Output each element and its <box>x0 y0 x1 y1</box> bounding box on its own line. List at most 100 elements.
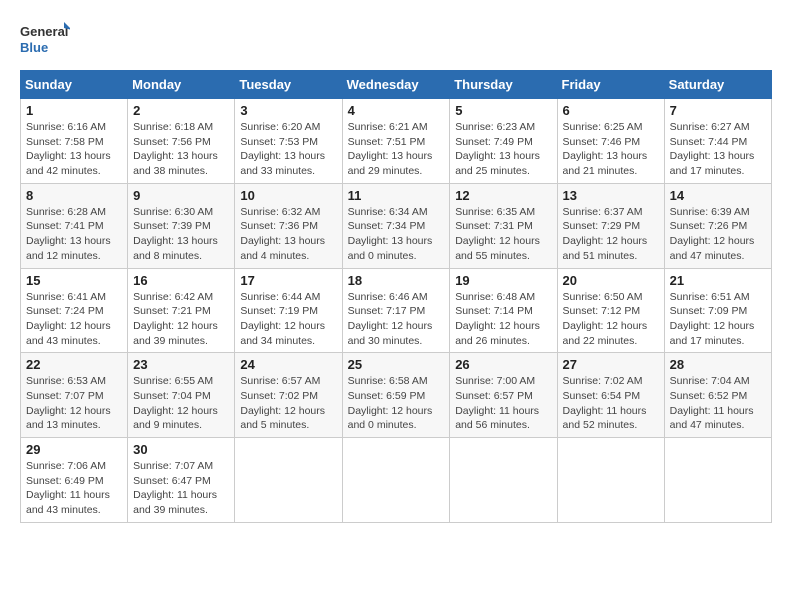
calendar-cell: 20 Sunrise: 6:50 AM Sunset: 7:12 PM Dayl… <box>557 268 664 353</box>
sunset-label: Sunset: 7:17 PM <box>348 305 426 317</box>
calendar-cell <box>342 438 450 523</box>
sunrise-label: Sunrise: 6:41 AM <box>26 291 106 303</box>
weekday-header-row: SundayMondayTuesdayWednesdayThursdayFrid… <box>21 71 772 99</box>
sunrise-label: Sunrise: 6:50 AM <box>563 291 643 303</box>
day-number: 11 <box>348 188 445 203</box>
sunrise-label: Sunrise: 6:53 AM <box>26 375 106 387</box>
calendar-cell: 12 Sunrise: 6:35 AM Sunset: 7:31 PM Dayl… <box>450 183 557 268</box>
day-number: 8 <box>26 188 122 203</box>
calendar-cell <box>664 438 771 523</box>
day-number: 30 <box>133 442 229 457</box>
day-number: 13 <box>563 188 659 203</box>
calendar-cell <box>450 438 557 523</box>
sunset-label: Sunset: 7:24 PM <box>26 305 104 317</box>
daylight-label: Daylight: 13 hours and 4 minutes. <box>240 235 325 262</box>
daylight-label: Daylight: 12 hours and 9 minutes. <box>133 405 218 432</box>
day-info: Sunrise: 6:28 AM Sunset: 7:41 PM Dayligh… <box>26 205 122 264</box>
daylight-label: Daylight: 13 hours and 0 minutes. <box>348 235 433 262</box>
sunrise-label: Sunrise: 6:27 AM <box>670 121 750 133</box>
calendar-cell: 22 Sunrise: 6:53 AM Sunset: 7:07 PM Dayl… <box>21 353 128 438</box>
day-number: 17 <box>240 273 336 288</box>
daylight-label: Daylight: 12 hours and 22 minutes. <box>563 320 648 347</box>
day-info: Sunrise: 6:18 AM Sunset: 7:56 PM Dayligh… <box>133 120 229 179</box>
daylight-label: Daylight: 13 hours and 42 minutes. <box>26 150 111 177</box>
day-info: Sunrise: 6:44 AM Sunset: 7:19 PM Dayligh… <box>240 290 336 349</box>
calendar-cell: 13 Sunrise: 6:37 AM Sunset: 7:29 PM Dayl… <box>557 183 664 268</box>
sunset-label: Sunset: 7:41 PM <box>26 220 104 232</box>
sunset-label: Sunset: 6:52 PM <box>670 390 748 402</box>
sunset-label: Sunset: 7:49 PM <box>455 136 533 148</box>
sunset-label: Sunset: 7:53 PM <box>240 136 318 148</box>
day-info: Sunrise: 6:53 AM Sunset: 7:07 PM Dayligh… <box>26 374 122 433</box>
sunset-label: Sunset: 7:58 PM <box>26 136 104 148</box>
day-number: 22 <box>26 357 122 372</box>
day-info: Sunrise: 6:55 AM Sunset: 7:04 PM Dayligh… <box>133 374 229 433</box>
daylight-label: Daylight: 12 hours and 13 minutes. <box>26 405 111 432</box>
day-info: Sunrise: 6:42 AM Sunset: 7:21 PM Dayligh… <box>133 290 229 349</box>
day-info: Sunrise: 6:16 AM Sunset: 7:58 PM Dayligh… <box>26 120 122 179</box>
logo: General Blue <box>20 20 70 60</box>
day-info: Sunrise: 6:35 AM Sunset: 7:31 PM Dayligh… <box>455 205 551 264</box>
day-info: Sunrise: 6:21 AM Sunset: 7:51 PM Dayligh… <box>348 120 445 179</box>
calendar-cell: 1 Sunrise: 6:16 AM Sunset: 7:58 PM Dayli… <box>21 99 128 184</box>
sunset-label: Sunset: 7:26 PM <box>670 220 748 232</box>
day-number: 2 <box>133 103 229 118</box>
calendar-cell: 27 Sunrise: 7:02 AM Sunset: 6:54 PM Dayl… <box>557 353 664 438</box>
sunset-label: Sunset: 7:29 PM <box>563 220 641 232</box>
daylight-label: Daylight: 12 hours and 55 minutes. <box>455 235 540 262</box>
calendar-cell: 25 Sunrise: 6:58 AM Sunset: 6:59 PM Dayl… <box>342 353 450 438</box>
calendar-cell: 30 Sunrise: 7:07 AM Sunset: 6:47 PM Dayl… <box>128 438 235 523</box>
calendar-cell: 15 Sunrise: 6:41 AM Sunset: 7:24 PM Dayl… <box>21 268 128 353</box>
day-number: 3 <box>240 103 336 118</box>
day-info: Sunrise: 6:20 AM Sunset: 7:53 PM Dayligh… <box>240 120 336 179</box>
day-number: 24 <box>240 357 336 372</box>
day-info: Sunrise: 7:06 AM Sunset: 6:49 PM Dayligh… <box>26 459 122 518</box>
sunrise-label: Sunrise: 6:44 AM <box>240 291 320 303</box>
calendar-cell: 6 Sunrise: 6:25 AM Sunset: 7:46 PM Dayli… <box>557 99 664 184</box>
sunrise-label: Sunrise: 6:21 AM <box>348 121 428 133</box>
sunrise-label: Sunrise: 6:16 AM <box>26 121 106 133</box>
daylight-label: Daylight: 13 hours and 12 minutes. <box>26 235 111 262</box>
sunrise-label: Sunrise: 6:20 AM <box>240 121 320 133</box>
svg-text:General: General <box>20 24 68 39</box>
day-number: 1 <box>26 103 122 118</box>
daylight-label: Daylight: 13 hours and 21 minutes. <box>563 150 648 177</box>
calendar-week-row: 1 Sunrise: 6:16 AM Sunset: 7:58 PM Dayli… <box>21 99 772 184</box>
day-number: 25 <box>348 357 445 372</box>
day-number: 12 <box>455 188 551 203</box>
sunset-label: Sunset: 7:19 PM <box>240 305 318 317</box>
weekday-header: Wednesday <box>342 71 450 99</box>
sunrise-label: Sunrise: 6:18 AM <box>133 121 213 133</box>
logo-svg: General Blue <box>20 20 70 60</box>
sunrise-label: Sunrise: 6:58 AM <box>348 375 428 387</box>
weekday-header: Thursday <box>450 71 557 99</box>
weekday-header: Tuesday <box>235 71 342 99</box>
sunrise-label: Sunrise: 6:48 AM <box>455 291 535 303</box>
sunset-label: Sunset: 6:54 PM <box>563 390 641 402</box>
day-number: 19 <box>455 273 551 288</box>
day-info: Sunrise: 6:39 AM Sunset: 7:26 PM Dayligh… <box>670 205 766 264</box>
sunrise-label: Sunrise: 6:51 AM <box>670 291 750 303</box>
sunset-label: Sunset: 7:44 PM <box>670 136 748 148</box>
day-info: Sunrise: 7:02 AM Sunset: 6:54 PM Dayligh… <box>563 374 659 433</box>
calendar-cell: 10 Sunrise: 6:32 AM Sunset: 7:36 PM Dayl… <box>235 183 342 268</box>
daylight-label: Daylight: 12 hours and 17 minutes. <box>670 320 755 347</box>
calendar-cell: 4 Sunrise: 6:21 AM Sunset: 7:51 PM Dayli… <box>342 99 450 184</box>
calendar-cell: 17 Sunrise: 6:44 AM Sunset: 7:19 PM Dayl… <box>235 268 342 353</box>
sunrise-label: Sunrise: 7:07 AM <box>133 460 213 472</box>
calendar-cell: 11 Sunrise: 6:34 AM Sunset: 7:34 PM Dayl… <box>342 183 450 268</box>
calendar-cell <box>235 438 342 523</box>
sunrise-label: Sunrise: 6:35 AM <box>455 206 535 218</box>
sunrise-label: Sunrise: 6:23 AM <box>455 121 535 133</box>
svg-text:Blue: Blue <box>20 40 48 55</box>
day-number: 4 <box>348 103 445 118</box>
sunset-label: Sunset: 6:49 PM <box>26 475 104 487</box>
weekday-header: Sunday <box>21 71 128 99</box>
day-info: Sunrise: 7:04 AM Sunset: 6:52 PM Dayligh… <box>670 374 766 433</box>
calendar-cell: 7 Sunrise: 6:27 AM Sunset: 7:44 PM Dayli… <box>664 99 771 184</box>
daylight-label: Daylight: 12 hours and 47 minutes. <box>670 235 755 262</box>
daylight-label: Daylight: 11 hours and 52 minutes. <box>563 405 647 432</box>
page-container: General Blue SundayMondayTuesdayWednesda… <box>20 20 772 523</box>
calendar-cell: 16 Sunrise: 6:42 AM Sunset: 7:21 PM Dayl… <box>128 268 235 353</box>
sunset-label: Sunset: 7:46 PM <box>563 136 641 148</box>
